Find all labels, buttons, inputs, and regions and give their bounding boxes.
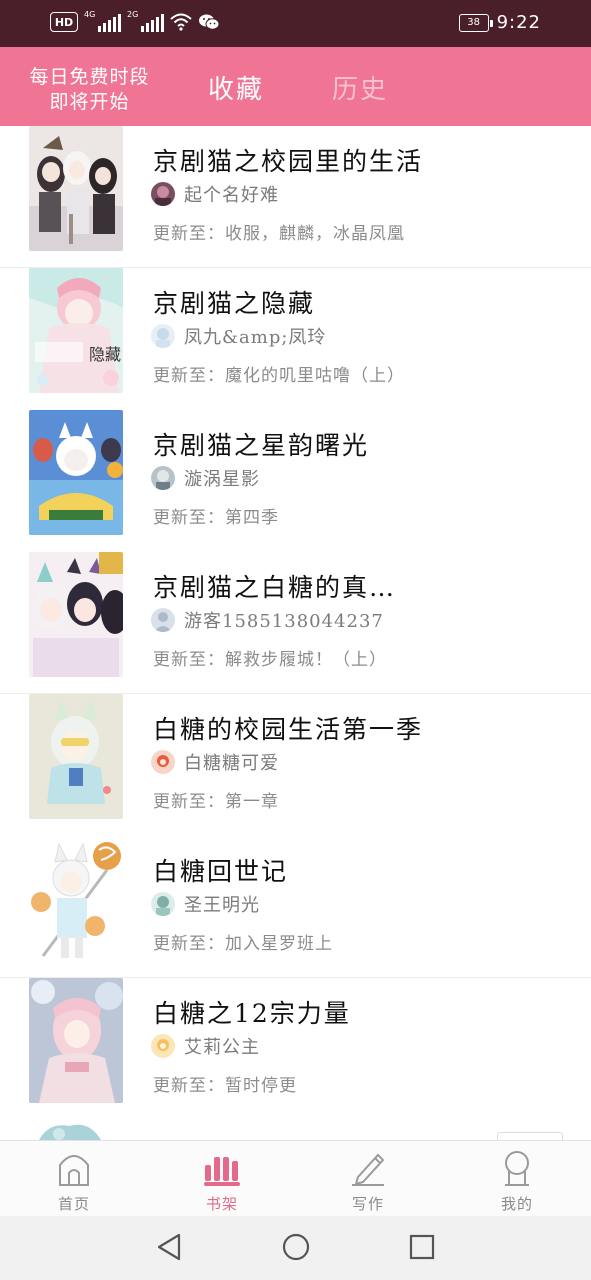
author-row: 起个名好难 (151, 181, 279, 207)
book-cover (29, 836, 123, 961)
home-icon (56, 1149, 92, 1191)
update-status: 更新至：魔化的叽里咕噜（上） (153, 366, 405, 386)
book-item[interactable]: 白糖的校园生活第一季 白糖糖可爱 更新至：第一章 (0, 694, 591, 836)
author-name: 圣王明光 (184, 895, 260, 916)
author-row: 漩涡星影 (151, 465, 260, 491)
clock: 9:22 (496, 12, 541, 33)
avatar (151, 324, 175, 348)
signal-icon-sim1: 4G (84, 10, 121, 32)
update-status: 更新至：第一章 (153, 792, 279, 812)
avatar (151, 466, 175, 490)
update-status: 更新至：解救步履城！（上） (153, 650, 387, 670)
battery-icon: 38 (458, 13, 493, 32)
book-cover (29, 126, 123, 251)
book-title: 白糖之12宗力量 (153, 999, 351, 1028)
author-name: 游客1585138044237 (184, 611, 384, 632)
update-status: 更新至：暂时停更 (153, 1076, 297, 1096)
book-cover (29, 694, 123, 819)
book-item[interactable]: 隐藏 京剧猫之隐藏 凤九&amp;凤玲 更新至：魔化的叽里咕噜（上） (0, 268, 591, 410)
author-name: 漩涡星影 (184, 469, 260, 490)
author-name: 艾莉公主 (184, 1037, 260, 1058)
status-left: HD 4G 2G (50, 10, 220, 32)
profile-icon (499, 1149, 535, 1191)
book-title: 京剧猫之白糖的真… (153, 573, 397, 602)
sim2-network-label: 2G (127, 10, 139, 19)
book-item[interactable]: 京剧猫之白糖的真… 游客1585138044237 更新至：解救步履城！（上） (0, 552, 591, 694)
app-header: 每日免费时段 即将开始 收藏 历史 (0, 47, 591, 126)
back-icon[interactable] (155, 1232, 185, 1266)
book-item[interactable]: 京剧猫之校园里的生活 起个名好难 更新至：收服，麒麟，冰晶凤凰 (0, 126, 591, 268)
book-cover (29, 552, 123, 677)
free-slot-line2: 即将开始 (49, 91, 130, 113)
nav-item-profile[interactable]: 我的 (467, 1141, 567, 1217)
cover-title-text: 隐藏 (89, 345, 121, 364)
nav-label-write: 写作 (351, 1195, 384, 1213)
book-cover: 隐藏 (29, 268, 123, 393)
sim1-network-label: 4G (84, 10, 96, 19)
author-name: 起个名好难 (184, 185, 279, 206)
bottom-nav: 首页 书架 写作 我的 (0, 1140, 591, 1216)
tab-history[interactable]: 历史 (332, 69, 388, 106)
book-cover (29, 410, 123, 535)
book-item[interactable]: 白糖回世记 圣王明光 更新至：加入星罗班上 (0, 836, 591, 978)
avatar (151, 750, 175, 774)
book-title: 白糖的校园生活第一季 (153, 715, 424, 744)
book-title: 京剧猫之校园里的生活 (153, 147, 424, 176)
free-slot-line1: 每日免费时段 (29, 66, 150, 88)
bookshelf-list: 京剧猫之校园里的生活 起个名好难 更新至：收服，麒麟，冰晶凤凰 隐藏 京剧猫之隐… (0, 126, 591, 1140)
book-cover (29, 978, 123, 1103)
nav-item-bookshelf[interactable]: 书架 (172, 1141, 272, 1217)
avatar (151, 182, 175, 206)
pen-icon (348, 1149, 388, 1191)
author-row: 游客1585138044237 (151, 607, 384, 633)
book-item[interactable]: 京剧猫之星韵曙光 漩涡星影 更新至：第四季 (0, 410, 591, 552)
free-time-slot-banner[interactable]: 每日免费时段 即将开始 (22, 65, 157, 115)
tab-favorites[interactable]: 收藏 (208, 69, 264, 106)
author-name: 白糖糖可爱 (184, 753, 279, 774)
nav-item-write[interactable]: 写作 (318, 1141, 418, 1217)
author-row: 白糖糖可爱 (151, 749, 279, 775)
nav-label-home: 首页 (57, 1195, 90, 1213)
update-status: 更新至：加入星罗班上 (153, 934, 333, 954)
bookshelf-icon (203, 1149, 241, 1191)
status-right: 38 9:22 (458, 12, 541, 33)
author-row: 艾莉公主 (151, 1033, 260, 1059)
floating-button[interactable] (497, 1132, 563, 1140)
update-status: 更新至：第四季 (153, 508, 279, 528)
avatar (151, 1034, 175, 1058)
status-bar: HD 4G 2G 38 9:22 (0, 0, 591, 47)
update-status: 更新至：收服，麒麟，冰晶凤凰 (153, 224, 405, 244)
wechat-icon (198, 13, 220, 31)
nav-item-home[interactable]: 首页 (24, 1141, 124, 1217)
book-title: 京剧猫之星韵曙光 (153, 431, 370, 460)
signal-icon-sim2: 2G (127, 10, 164, 32)
book-item[interactable]: 白糖之12宗力量 艾莉公主 更新至：暂时停更 (0, 978, 591, 1120)
book-title: 京剧猫之隐藏 (153, 289, 316, 318)
system-nav-bar (0, 1216, 591, 1280)
wifi-icon (170, 13, 192, 31)
home-circle-icon[interactable] (281, 1232, 311, 1266)
author-name: 凤九&amp;凤玲 (184, 327, 327, 348)
nav-label-bookshelf: 书架 (205, 1195, 238, 1213)
avatar (151, 892, 175, 916)
nav-label-profile: 我的 (500, 1195, 533, 1213)
hd-badge: HD (50, 12, 78, 32)
author-row: 圣王明光 (151, 891, 260, 917)
recent-apps-icon[interactable] (407, 1232, 437, 1266)
author-row: 凤九&amp;凤玲 (151, 323, 326, 349)
avatar (151, 608, 175, 632)
book-title: 白糖回世记 (153, 857, 289, 886)
book-cover-partial[interactable] (29, 1120, 123, 1140)
